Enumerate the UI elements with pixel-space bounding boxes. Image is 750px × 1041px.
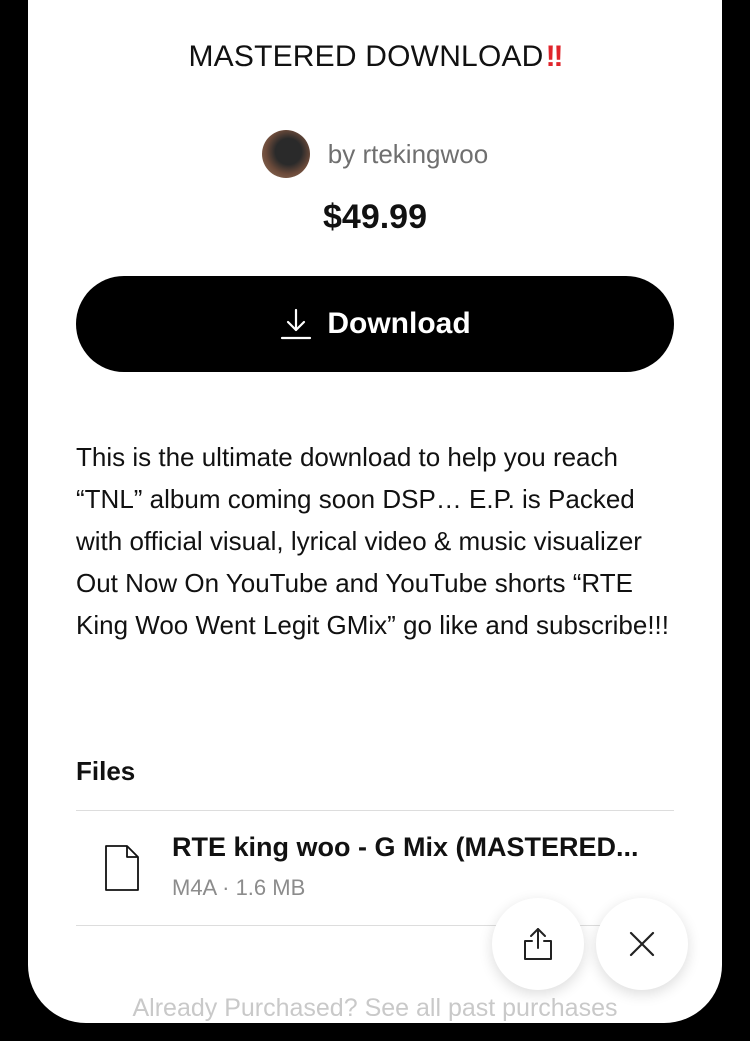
files-heading: Files	[76, 756, 136, 786]
product-sheet: MASTERED DOWNLOAD!! by rtekingwoo $49.99…	[28, 0, 722, 1023]
author-name[interactable]: by rtekingwoo	[328, 139, 488, 170]
double-exclamation-emoji: !!	[545, 40, 564, 73]
download-button[interactable]: Download	[76, 276, 674, 372]
product-title-text: MASTERED DOWNLOAD	[188, 40, 544, 73]
file-name[interactable]: RTE king woo - G Mix (MASTERED...	[172, 832, 672, 863]
divider	[76, 925, 674, 926]
product-description: This is the ultimate download to help yo…	[76, 442, 669, 640]
file-meta: M4A · 1.6 MB	[172, 875, 306, 900]
past-purchases-link[interactable]: Already Purchased? See all past purchase…	[28, 994, 722, 1023]
share-icon	[521, 926, 555, 962]
share-button[interactable]	[492, 898, 584, 990]
product-title: MASTERED DOWNLOAD!!	[28, 40, 722, 74]
close-button[interactable]	[596, 898, 688, 990]
close-icon	[628, 930, 656, 958]
download-icon	[279, 307, 313, 341]
file-icon	[104, 844, 140, 897]
author-row[interactable]: by rtekingwoo	[28, 130, 722, 178]
download-label: Download	[327, 307, 471, 340]
divider	[76, 810, 674, 811]
price: $49.99	[323, 198, 427, 236]
avatar[interactable]	[261, 130, 310, 178]
